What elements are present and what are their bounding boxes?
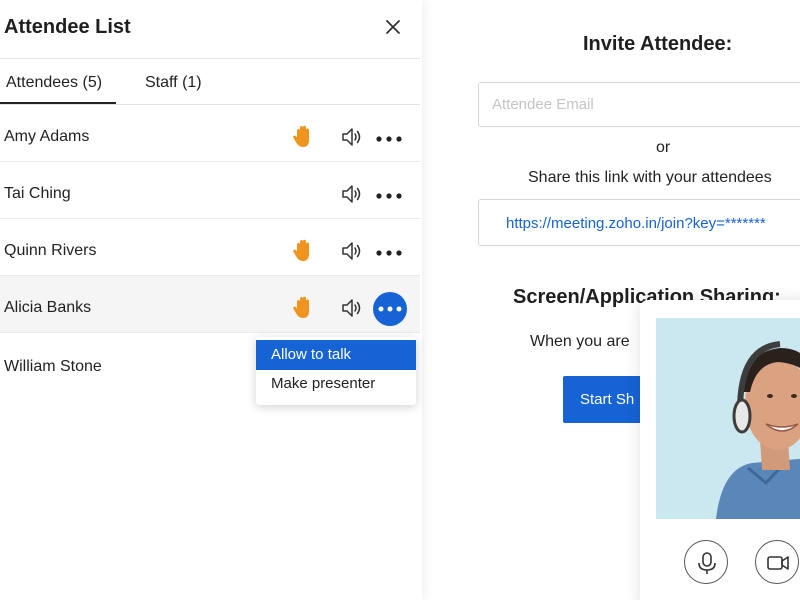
microphone-toggle-button[interactable] [684,540,728,584]
share-link-label: Share this link with your attendees [528,169,772,186]
attendee-name: Tai Ching [4,185,71,202]
attendee-row[interactable]: Tai Ching [0,162,420,219]
participant-photo [656,318,800,519]
raised-hand-icon[interactable] [292,239,314,263]
menu-item-make-presenter[interactable]: Make presenter [256,369,416,399]
more-options-icon[interactable] [376,250,402,256]
attendee-name: William Stone [4,358,102,375]
attendee-name: Quinn Rivers [4,242,97,259]
raised-hand-icon[interactable] [292,296,314,320]
speaker-icon[interactable] [341,297,363,319]
speaker-icon[interactable] [341,240,363,262]
or-separator: or [656,139,671,156]
more-options-icon[interactable] [376,193,402,199]
share-link-box[interactable]: https://meeting.zoho.in/join?key=******* [478,199,800,246]
panel-title: Attendee List [4,16,131,38]
attendee-row-selected[interactable]: Alicia Banks [0,276,420,333]
meeting-link[interactable]: https://meeting.zoho.in/join?key=******* [506,215,766,232]
attendee-list-panel: Attendee List Attendees (5) Staff (1) Am… [0,0,422,600]
self-video-card [640,300,800,600]
raised-hand-icon[interactable] [292,125,314,149]
attendee-name: Amy Adams [4,128,90,145]
header-divider [0,58,420,59]
attendee-row[interactable]: Quinn Rivers [0,219,420,276]
invite-title: Invite Attendee: [583,33,733,55]
speaker-icon[interactable] [341,126,363,148]
attendee-row[interactable]: Amy Adams [0,105,420,162]
camera-icon [767,556,789,570]
more-options-icon[interactable] [376,136,402,142]
attendee-actions-menu: Allow to talk Make presenter [256,337,416,405]
attendee-name: Alicia Banks [4,299,92,316]
video-feed [656,318,800,519]
microphone-icon [698,552,716,574]
tab-attendees[interactable]: Attendees (5) [6,74,102,92]
camera-toggle-button[interactable] [755,540,799,584]
more-options-button-active[interactable] [373,292,407,326]
attendee-email-input[interactable] [478,82,800,127]
tab-staff[interactable]: Staff (1) [145,74,202,92]
menu-item-allow-to-talk[interactable]: Allow to talk [256,340,416,370]
speaker-icon[interactable] [341,183,363,205]
screen-sharing-description: When you are [530,333,630,350]
close-icon[interactable] [384,18,402,36]
more-options-icon [378,306,402,312]
